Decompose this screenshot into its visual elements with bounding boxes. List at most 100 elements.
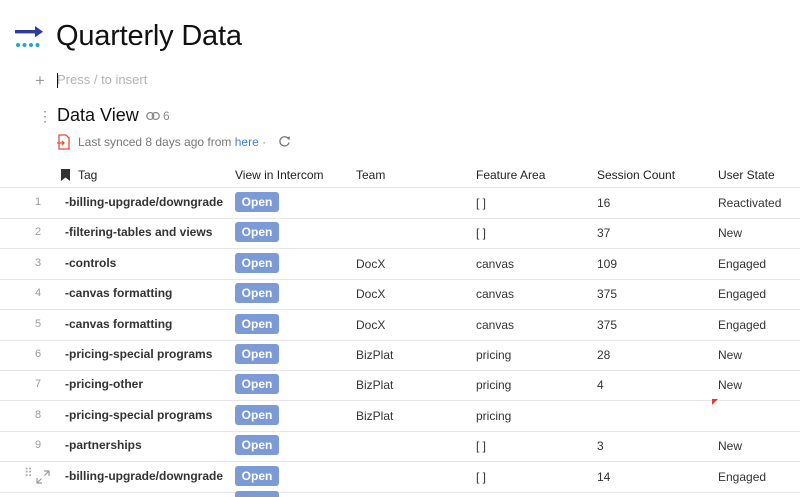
table-row[interactable]: 8 -pricing-special programs Open BizPlat pri… <box>0 401 800 432</box>
feature-area-cell[interactable]: [ ] <box>476 439 486 453</box>
column-header-feature-area[interactable]: Feature Area <box>476 168 545 182</box>
team-cell[interactable]: DocX <box>356 287 385 301</box>
link-count: 6 <box>163 109 170 123</box>
session-count-cell[interactable]: 109 <box>597 257 617 271</box>
tag-cell[interactable]: -canvas formatting <box>65 286 225 300</box>
row-number: 3 <box>34 256 42 269</box>
open-button[interactable] <box>235 491 279 497</box>
column-header-view-in-intercom[interactable]: View in Intercom <box>235 168 323 182</box>
table-row[interactable]: 7 -pricing-other Open BizPlat pricing 4 New <box>0 370 800 402</box>
feature-area-cell[interactable]: [ ] <box>476 226 486 240</box>
open-button[interactable]: Open <box>235 192 279 212</box>
table-row[interactable]: 4 -canvas formatting Open DocX canvas 375 Enga… <box>0 279 800 311</box>
arrow-dots-icon <box>15 26 43 47</box>
session-count-cell[interactable]: 14 <box>597 470 610 484</box>
user-state-cell[interactable]: Engaged <box>718 470 766 484</box>
team-cell[interactable]: BizPlat <box>356 378 393 392</box>
table-row[interactable]: 6 -pricing-special programs Open BizPlat pri… <box>0 340 800 371</box>
refresh-icon[interactable] <box>278 135 291 148</box>
session-count-cell[interactable]: 16 <box>597 196 610 210</box>
open-button[interactable]: Open <box>235 252 279 273</box>
table-row[interactable]: 9 -partnerships Open [ ] 3 New <box>0 431 800 463</box>
user-state-cell[interactable]: New <box>718 378 742 392</box>
team-cell[interactable]: BizPlat <box>356 409 393 423</box>
row-number: 8 <box>34 408 42 421</box>
column-header-user-state[interactable]: User State <box>718 168 775 182</box>
row-number: 1 <box>34 196 42 208</box>
tag-cell[interactable]: -pricing-special programs <box>65 408 225 422</box>
open-button[interactable]: Open <box>235 344 279 364</box>
expand-row-icon[interactable] <box>36 470 50 484</box>
comment-flag-icon[interactable] <box>712 399 718 405</box>
user-state-cell[interactable]: Engaged <box>718 287 766 301</box>
row-number: 5 <box>34 317 42 330</box>
sync-suffix: · <box>258 135 267 149</box>
feature-area-cell[interactable]: canvas <box>476 287 514 301</box>
tag-cell[interactable]: -billing-upgrade/downgrade <box>65 195 225 209</box>
block-menu-icon[interactable]: ⋮ <box>38 109 52 123</box>
source-file-icon <box>57 134 70 150</box>
session-count-cell[interactable]: 37 <box>597 226 610 240</box>
open-button[interactable]: Open <box>235 374 279 395</box>
row-number: 4 <box>34 287 42 300</box>
table-row[interactable]: 1 -billing-upgrade/downgrade Open [ ] 16 Reac… <box>0 188 800 219</box>
bookmark-icon <box>61 169 70 181</box>
user-state-cell[interactable]: Engaged <box>718 257 766 271</box>
tag-cell[interactable]: -partnerships <box>65 438 225 452</box>
tag-cell[interactable]: -pricing-special programs <box>65 347 225 361</box>
feature-area-cell[interactable]: [ ] <box>476 470 486 484</box>
open-button[interactable]: Open <box>235 313 279 334</box>
column-header-team[interactable]: Team <box>356 168 385 182</box>
row-number: 9 <box>34 439 42 452</box>
feature-area-cell[interactable]: [ ] <box>476 196 486 210</box>
tag-cell[interactable]: -controls <box>65 256 225 270</box>
user-state-cell[interactable]: New <box>718 439 742 453</box>
row-number: 6 <box>34 348 42 360</box>
open-button[interactable]: Open <box>235 222 279 243</box>
team-cell[interactable]: BizPlat <box>356 348 393 362</box>
tag-cell[interactable]: -canvas formatting <box>65 317 225 331</box>
team-cell[interactable]: DocX <box>356 318 385 332</box>
session-count-cell[interactable]: 3 <box>597 439 604 453</box>
session-count-cell[interactable]: 375 <box>597 318 617 332</box>
view-title[interactable]: Data View <box>57 105 139 126</box>
feature-area-cell[interactable]: pricing <box>476 348 511 362</box>
feature-area-cell[interactable]: canvas <box>476 318 514 332</box>
insert-placeholder[interactable]: Press / to insert <box>57 72 147 87</box>
add-block-icon[interactable]: + <box>35 71 45 91</box>
column-header-session-count[interactable]: Session Count <box>597 168 675 182</box>
user-state-cell[interactable]: New <box>718 226 742 240</box>
row-number: 7 <box>34 378 42 391</box>
user-state-cell[interactable]: New <box>718 348 742 362</box>
session-count-cell[interactable]: 4 <box>597 378 604 392</box>
open-button[interactable]: Open <box>235 465 279 486</box>
sync-source-link[interactable]: here <box>235 135 259 149</box>
session-count-cell[interactable]: 375 <box>597 287 617 301</box>
feature-area-cell[interactable]: canvas <box>476 257 514 271</box>
tag-cell[interactable]: -billing-upgrade/downgrade <box>65 469 225 483</box>
tag-cell[interactable]: -pricing-other <box>65 377 225 391</box>
table-row[interactable]: -billing-upgrade/downgrade Open [ ] 14 Engag… <box>0 462 800 493</box>
tag-cell[interactable]: -filtering-tables and views <box>65 225 225 239</box>
page-title: Quarterly Data <box>56 20 242 52</box>
user-state-cell[interactable]: Engaged <box>718 318 766 332</box>
table-row[interactable]: 5 -canvas formatting Open DocX canvas 375 Enga… <box>0 310 800 341</box>
table-row[interactable]: 3 -controls Open DocX canvas 109 Engaged <box>0 249 800 280</box>
drag-handle-icon[interactable]: ⠿ <box>24 467 33 479</box>
table-row[interactable]: 2 -filtering-tables and views Open [ ] 37 New <box>0 218 800 250</box>
row-number: 2 <box>34 226 42 239</box>
text-cursor <box>57 73 58 88</box>
team-cell[interactable]: DocX <box>356 257 385 271</box>
open-button[interactable]: Open <box>235 283 279 304</box>
user-state-cell[interactable]: Reactivated <box>718 196 781 210</box>
session-count-cell[interactable]: 28 <box>597 348 610 362</box>
sync-status: Last synced 8 days ago from here · <box>78 135 266 149</box>
open-button[interactable]: Open <box>235 435 279 456</box>
open-button[interactable]: Open <box>235 404 279 425</box>
link-icon[interactable] <box>146 111 160 121</box>
table-header: Tag View in Intercom Team Feature Area S… <box>0 163 800 188</box>
column-header-tag[interactable]: Tag <box>78 168 97 182</box>
feature-area-cell[interactable]: pricing <box>476 409 511 423</box>
sync-prefix: Last synced 8 days ago from <box>78 135 235 149</box>
feature-area-cell[interactable]: pricing <box>476 378 511 392</box>
